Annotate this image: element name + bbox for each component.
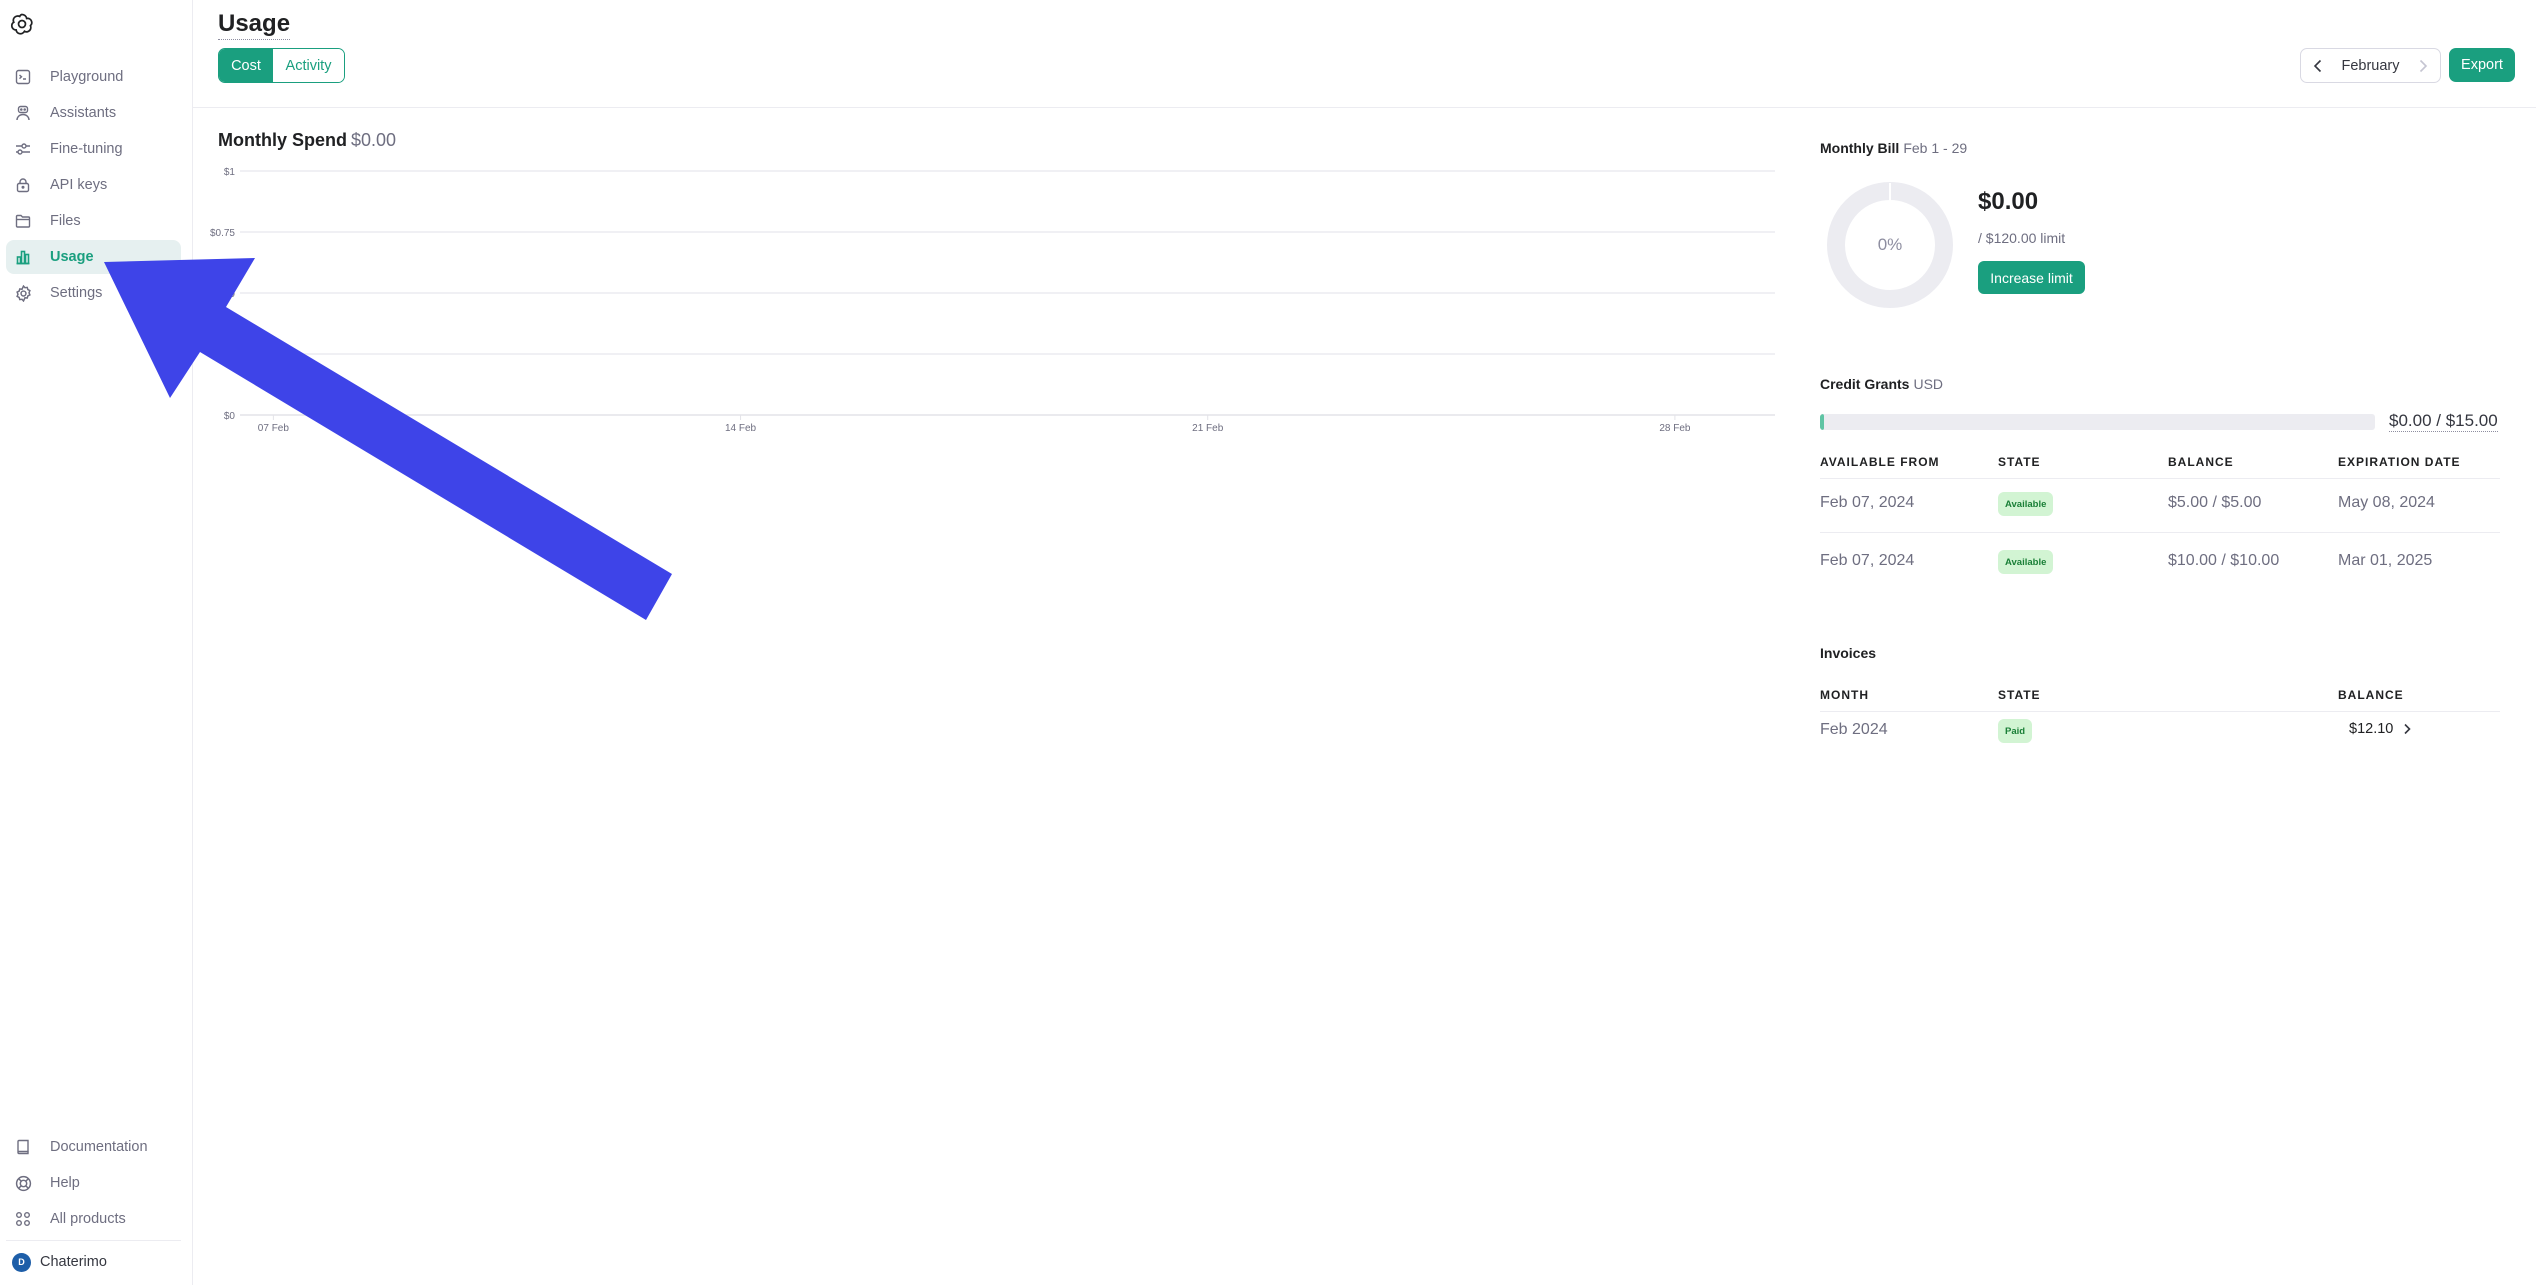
chevron-right-icon[interactable] [2416, 59, 2430, 73]
monthly-bill-heading: Monthly Bill Feb 1 - 29 [1820, 140, 1967, 156]
monthly-spend-heading: Monthly Spend $0.00 [218, 130, 396, 151]
sidebar-item-label: Assistants [50, 105, 117, 121]
bill-amount: $0.00 [1978, 188, 2039, 215]
y-tick-label: $0.25 [210, 350, 235, 361]
column-header-state: STATE [1998, 688, 2041, 702]
credit-grants-currency: USD [1913, 376, 1944, 392]
user-name: Chaterimo [40, 1254, 107, 1270]
grant-expiration: Mar 01, 2025 [2338, 552, 2433, 569]
status-badge: Available [1998, 492, 2054, 516]
grid-icon [14, 1210, 32, 1228]
sidebar-item-label: Usage [50, 249, 94, 265]
sidebar-item-fine-tuning[interactable]: Fine-tuning [6, 132, 181, 166]
increase-limit-button[interactable]: Increase limit [1978, 261, 2085, 294]
y-tick-label: $0.75 [210, 228, 235, 239]
column-header-balance: BALANCE [2338, 688, 2404, 702]
x-tick-label: 14 Feb [725, 423, 757, 434]
invoice-row[interactable]: Feb 2024 Paid $12.10 [1820, 702, 2500, 760]
invoice-balance: $12.10 [2349, 721, 2394, 737]
grant-balance: $5.00 / $5.00 [2168, 494, 2262, 511]
tab-activity[interactable]: Activity [273, 49, 344, 82]
sidebar: Playground Assistants Fine-tuning API ke… [0, 0, 193, 1285]
sidebar-item-label: API keys [50, 177, 108, 193]
sidebar-divider [6, 1240, 181, 1241]
column-header-balance: BALANCE [2168, 455, 2234, 469]
user-account-button[interactable]: D Chaterimo [12, 1250, 107, 1274]
sidebar-item-label: Settings [50, 285, 103, 301]
month-selector: February [2300, 48, 2441, 83]
sidebar-item-settings[interactable]: Settings [6, 276, 181, 310]
month-label: February [2341, 57, 2400, 74]
column-header-month: MONTH [1820, 688, 1869, 702]
avatar: D [12, 1252, 31, 1272]
chevron-left-icon[interactable] [2311, 59, 2325, 73]
sidebar-item-files[interactable]: Files [6, 204, 181, 238]
openai-logo-icon[interactable] [9, 11, 35, 37]
status-badge: Paid [1998, 719, 2033, 743]
lock-icon [14, 176, 32, 194]
column-header-expiration-date: EXPIRATION DATE [2338, 455, 2461, 469]
donut-percent-label: 0% [1877, 235, 1903, 254]
bar-chart-icon [14, 248, 32, 266]
tab-cost[interactable]: Cost [219, 49, 273, 82]
sidebar-item-label: Files [50, 213, 81, 229]
sidebar-item-api-keys[interactable]: API keys [6, 168, 181, 202]
x-tick-label: 07 Feb [258, 423, 290, 434]
status-badge: Available [1998, 550, 2054, 574]
credit-grant-row: Feb 07, 2024 Available $5.00 / $5.00 May… [1820, 475, 2500, 533]
book-icon [14, 1138, 32, 1156]
invoices-title: Invoices [1820, 645, 1877, 661]
cost-activity-toggle: Cost Activity [218, 48, 345, 83]
lifebuoy-icon [14, 1174, 32, 1192]
credit-grants-progress-fill [1820, 414, 1824, 430]
header-divider [193, 107, 2536, 108]
grant-balance: $10.00 / $10.00 [2168, 552, 2280, 569]
chevron-right-icon [2404, 723, 2411, 735]
sidebar-item-label: Playground [50, 69, 124, 85]
column-header-state: STATE [1998, 455, 2041, 469]
sidebar-item-label: Documentation [50, 1139, 148, 1155]
invoices-heading: Invoices [1820, 645, 1876, 661]
sidebar-item-assistants[interactable]: Assistants [6, 96, 181, 130]
sidebar-item-all-products[interactable]: All products [6, 1202, 181, 1236]
sidebar-item-label: All products [50, 1211, 126, 1227]
sidebar-item-help[interactable]: Help [6, 1166, 181, 1200]
gear-icon [14, 284, 32, 302]
y-tick-label: $1 [224, 167, 236, 178]
monthly-bill-title: Monthly Bill [1820, 140, 1900, 156]
folder-icon [14, 212, 32, 230]
sidebar-item-playground[interactable]: Playground [6, 60, 181, 94]
monthly-spend-chart: $1 $0.75 $0.50 $0.25 $0 07 Feb 14 Feb 21 Feb 28 … [210, 167, 1775, 434]
sidebar-item-documentation[interactable]: Documentation [6, 1130, 181, 1164]
credit-grants-title: Credit Grants [1820, 376, 1910, 392]
monthly-bill-period: Feb 1 - 29 [1903, 140, 1968, 156]
credit-grants-progress-bar [1820, 414, 2375, 430]
terminal-icon [14, 68, 32, 86]
credit-grants-total[interactable]: $0.00 / $15.00 [2389, 411, 2498, 432]
y-tick-label: $0.50 [210, 289, 235, 300]
invoice-month: Feb 2024 [1820, 721, 1888, 738]
sidebar-item-label: Help [50, 1175, 80, 1191]
y-tick-label: $0 [224, 411, 236, 422]
credit-grants-heading: Credit Grants USD [1820, 376, 1943, 392]
grant-available-from: Feb 07, 2024 [1820, 552, 1915, 569]
sidebar-item-label: Fine-tuning [50, 141, 123, 157]
export-button[interactable]: Export [2449, 48, 2515, 82]
bill-limit: / $120.00 limit [1978, 230, 2066, 246]
column-header-available-from: AVAILABLE FROM [1820, 455, 1940, 469]
grant-available-from: Feb 07, 2024 [1820, 494, 1915, 511]
robot-icon [14, 104, 32, 122]
monthly-spend-title: Monthly Spend [218, 130, 347, 150]
x-tick-label: 21 Feb [1192, 423, 1224, 434]
grant-expiration: May 08, 2024 [2338, 494, 2435, 511]
invoice-balance-link[interactable]: $12.10 [2349, 721, 2411, 737]
page-title: Usage [218, 9, 291, 40]
x-tick-label: 28 Feb [1659, 423, 1691, 434]
sidebar-item-usage[interactable]: Usage [6, 240, 181, 274]
sliders-icon [14, 140, 32, 158]
monthly-spend-value: $0.00 [351, 130, 397, 150]
credit-grant-row: Feb 07, 2024 Available $10.00 / $10.00 M… [1820, 533, 2500, 591]
